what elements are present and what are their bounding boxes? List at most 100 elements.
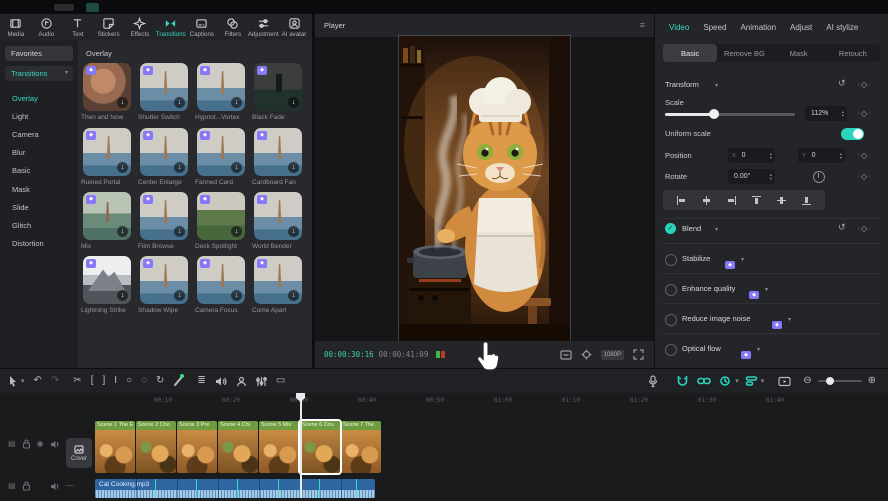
stepper-icon[interactable]: ▴▾ xyxy=(770,152,772,160)
chevron-down-icon[interactable]: ▾ xyxy=(741,256,744,263)
rotate-value-field[interactable]: 0.00° ▴▾ xyxy=(728,169,775,184)
lock-icon[interactable] xyxy=(22,481,31,491)
download-icon[interactable]: ↓ xyxy=(231,162,242,173)
sidebar-item-camera[interactable]: Camera xyxy=(0,125,78,143)
lock-icon[interactable] xyxy=(22,439,31,449)
fullscreen-icon[interactable] xyxy=(633,349,644,360)
mixer-icon[interactable] xyxy=(256,376,267,387)
chevron-down-icon[interactable]: ▾ xyxy=(757,346,760,353)
sidebar-item-mask[interactable]: Mask xyxy=(0,180,78,198)
tab-audio[interactable]: Audio xyxy=(31,17,62,38)
trim-left-icon[interactable]: [ xyxy=(91,376,94,386)
align-top-icon[interactable] xyxy=(751,195,762,206)
link-preview-toggle[interactable] xyxy=(697,375,711,387)
tab-stickers[interactable]: Stickers xyxy=(93,17,124,38)
voiceover-mic-icon[interactable] xyxy=(648,375,658,388)
transition-film-browse[interactable]: ◆↓ xyxy=(140,192,188,240)
split-icon[interactable]: ✂ xyxy=(73,376,81,386)
freeze-frame-icon[interactable]: ○ xyxy=(126,376,132,386)
mute-track-icon[interactable] xyxy=(50,440,60,449)
transition-center-enlarge[interactable]: ◆↓ xyxy=(140,128,188,176)
preview-axis-icon[interactable] xyxy=(778,376,791,387)
tab-transitions[interactable]: Transitions xyxy=(155,17,186,38)
tab-speed[interactable]: Speed xyxy=(703,23,726,32)
tab-video[interactable]: Video xyxy=(669,23,689,32)
sidebar-item-glitch[interactable]: Glitch xyxy=(0,216,78,234)
transition-mix[interactable]: ◆↓ xyxy=(83,192,131,240)
timeline-ruler[interactable]: 00:10 00:20 00:30 00:40 00:50 01:00 01:1… xyxy=(60,393,888,409)
tab-effects[interactable]: Effects xyxy=(124,17,155,38)
scale-value-field[interactable]: 112% ▴▾ xyxy=(805,106,847,121)
download-icon[interactable]: ↓ xyxy=(117,290,128,301)
loop-icon[interactable]: ◌ xyxy=(141,376,147,386)
player-menu-icon[interactable]: ≡ xyxy=(640,20,645,30)
tab-ai-stylize[interactable]: AI stylize xyxy=(826,23,858,32)
chevron-down-icon[interactable]: ▾ xyxy=(735,378,739,385)
transition-shutter-switch[interactable]: ◆↓ xyxy=(140,63,188,111)
download-icon[interactable]: ↓ xyxy=(231,97,242,108)
download-icon[interactable]: ↓ xyxy=(117,226,128,237)
undo-icon[interactable]: ↶ xyxy=(34,376,42,386)
clip-scene-4[interactable]: Scene 4 Chi xyxy=(218,421,258,473)
sidebar-item-basic[interactable]: Basic xyxy=(0,162,78,180)
chevron-down-icon[interactable]: ▾ xyxy=(715,82,718,89)
screen-record-icon[interactable]: ▭ xyxy=(276,376,285,386)
redo-icon[interactable]: ↷ xyxy=(51,376,59,386)
select-tool-icon[interactable] xyxy=(8,375,18,387)
optical-flow-checkbox[interactable] xyxy=(665,344,677,356)
transition-black-fade[interactable]: ◆↓ xyxy=(254,63,302,111)
hide-track-icon[interactable]: ◉ xyxy=(37,440,44,448)
reduce-noise-checkbox[interactable] xyxy=(665,314,677,326)
transition-come-apart[interactable]: ◆↓ xyxy=(254,256,302,304)
align-right-icon[interactable] xyxy=(726,195,737,206)
download-icon[interactable]: ↓ xyxy=(288,97,299,108)
tab-media[interactable]: Media xyxy=(0,17,31,38)
enhance-quality-checkbox[interactable] xyxy=(665,284,677,296)
mark-icon[interactable]: I xyxy=(114,376,117,386)
tab-text[interactable]: Text xyxy=(62,17,93,38)
download-icon[interactable]: ↓ xyxy=(174,226,185,237)
position-x-field[interactable]: X 0 ▴▾ xyxy=(728,148,775,163)
rotate-dial-icon[interactable] xyxy=(813,171,825,183)
blend-checkbox[interactable]: ✓ xyxy=(665,223,676,234)
download-icon[interactable]: ↓ xyxy=(288,162,299,173)
transition-hypnot-vortex[interactable]: ◆↓ xyxy=(197,63,245,111)
reverse-icon[interactable]: ↻ xyxy=(156,376,164,386)
subtab-mask[interactable]: Mask xyxy=(772,44,826,62)
chevron-down-icon[interactable]: ▾ xyxy=(715,226,718,233)
keyframe-control[interactable]: ‹◇› xyxy=(858,172,870,181)
tracks-icon[interactable]: ≣ xyxy=(197,376,205,386)
sidebar-favorites-button[interactable]: Favorites xyxy=(5,46,73,61)
transition-world-bender[interactable]: ◆↓ xyxy=(254,192,302,240)
auto-preview-toggle[interactable] xyxy=(719,375,732,387)
sidebar-group-transitions[interactable]: Transitions ▾ xyxy=(5,66,73,81)
playhead[interactable] xyxy=(300,393,302,498)
zoom-in-icon[interactable]: ⊕ xyxy=(868,376,876,386)
tab-ai-avatar[interactable]: AI avatar xyxy=(279,17,310,38)
align-middle-vertical-icon[interactable] xyxy=(776,195,787,206)
aspect-ratio-icon[interactable] xyxy=(560,350,572,360)
trim-right-icon[interactable]: ] xyxy=(102,376,105,386)
snap-magnet-toggle[interactable] xyxy=(676,375,689,387)
clip-scene-5[interactable]: Scene 5 Mix xyxy=(259,421,299,473)
mute-track-icon[interactable] xyxy=(50,482,60,491)
stepper-icon[interactable]: ▴▾ xyxy=(840,152,842,160)
speaker-person-icon[interactable] xyxy=(236,376,247,387)
download-icon[interactable]: ↓ xyxy=(174,97,185,108)
quality-selector[interactable]: 1080P xyxy=(601,350,624,360)
chevron-down-icon[interactable]: ▾ xyxy=(788,316,791,323)
download-icon[interactable]: ↓ xyxy=(231,226,242,237)
clip-scene-7[interactable]: Scene 7 The xyxy=(341,421,381,473)
reset-transform-icon[interactable]: ↺ xyxy=(838,78,846,89)
chevron-down-icon[interactable]: ▾ xyxy=(765,286,768,293)
magic-wand-icon[interactable] xyxy=(173,376,183,386)
video-preview[interactable] xyxy=(399,36,570,341)
download-icon[interactable]: ↓ xyxy=(174,290,185,301)
align-bottom-icon[interactable] xyxy=(801,195,812,206)
clip-scene-6-selected[interactable]: Scene 6 Cou xyxy=(300,421,340,473)
color-compare-icon[interactable] xyxy=(436,351,445,358)
transition-cardboard-fan[interactable]: ◆↓ xyxy=(254,128,302,176)
track-mode-toggle[interactable] xyxy=(745,375,758,387)
keyframe-control[interactable]: ‹◇› xyxy=(858,109,870,118)
sidebar-item-blur[interactable]: Blur xyxy=(0,144,78,162)
